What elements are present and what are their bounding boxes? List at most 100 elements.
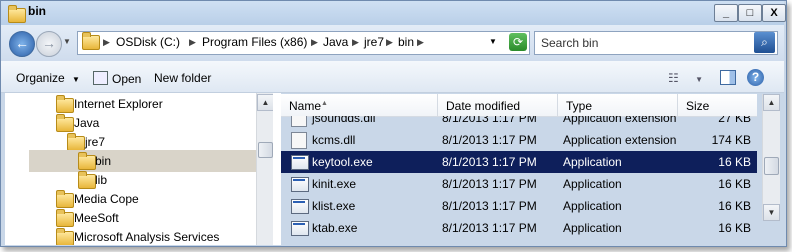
organize-label: Organize — [16, 71, 65, 85]
tree-item-label: lib — [95, 173, 108, 187]
title-bar[interactable] — [1, 1, 784, 25]
column-header-date-modified[interactable]: Date modified — [438, 94, 558, 116]
tree-item-microsoft-analysis-services[interactable]: Microsoft Analysis Services — [5, 226, 257, 245]
folder-icon — [56, 228, 74, 245]
file-date: 8/1/2013 1:17 PM — [442, 221, 537, 235]
minimize-button[interactable]: _ — [714, 4, 738, 22]
exe-icon — [291, 199, 309, 214]
open-label: Open — [112, 72, 142, 86]
exe-icon — [291, 177, 309, 192]
breadcrumb-program-files[interactable]: Program Files (x86) — [202, 35, 307, 49]
file-size: 16 KB — [718, 199, 751, 213]
folder-icon — [78, 171, 96, 189]
recent-pages-dropdown[interactable]: ▼ — [63, 37, 71, 46]
tree-item-label: Microsoft Analysis Services — [74, 230, 220, 244]
file-row[interactable]: kcms.dll 8/1/2013 1:17 PM Application ex… — [281, 129, 757, 151]
sort-ascending-icon: ▲ — [321, 100, 328, 107]
arrow-left-icon: ← — [15, 35, 29, 51]
file-size: 16 KB — [718, 177, 751, 191]
tree-item-label: Java — [74, 116, 100, 130]
scrollbar-thumb[interactable] — [764, 157, 779, 175]
breadcrumb-bin[interactable]: bin — [398, 35, 414, 49]
file-type: Application extension — [563, 133, 677, 147]
file-row[interactable]: klist.exe 8/1/2013 1:17 PM Application 1… — [281, 195, 757, 217]
back-button[interactable]: ← — [9, 31, 35, 57]
file-type: Application extension — [563, 116, 677, 125]
breadcrumb-separator[interactable]: ▶ — [189, 37, 196, 48]
file-date: 8/1/2013 1:17 PM — [442, 155, 537, 169]
tree-item-label: Media Cope — [74, 192, 139, 206]
breadcrumb-separator[interactable]: ▶ — [417, 37, 424, 48]
forward-button[interactable]: → — [36, 31, 62, 57]
file-name: kcms.dll — [312, 133, 356, 147]
breadcrumb-separator[interactable]: ▶ — [103, 37, 110, 48]
column-header-label: Size — [686, 99, 710, 113]
breadcrumb-jre7[interactable]: jre7 — [364, 35, 384, 49]
column-header-size[interactable]: Size — [678, 94, 756, 116]
refresh-button[interactable]: ⟳ — [509, 33, 527, 51]
close-button[interactable]: X — [762, 4, 786, 22]
scrollbar-thumb[interactable] — [258, 142, 273, 158]
address-bar[interactable]: ▶ OSDisk (C:) ▶ Program Files (x86) ▶ Ja… — [77, 31, 530, 55]
scroll-up-arrow[interactable]: ▲ — [763, 94, 780, 111]
column-header-name[interactable]: Name ▲ — [281, 94, 438, 116]
scroll-up-arrow[interactable]: ▲ — [257, 94, 274, 111]
tree-item-label: Internet Explorer — [74, 97, 163, 111]
refresh-icon: ⟳ — [512, 35, 524, 49]
search-input[interactable]: Search bin — [541, 36, 598, 50]
file-type: Application — [563, 177, 622, 191]
view-list-icon: ☷ — [668, 71, 679, 85]
address-history-dropdown[interactable]: ▼ — [489, 37, 497, 46]
organize-button[interactable]: Organize ▼ — [16, 71, 80, 85]
folder-icon — [78, 152, 96, 170]
tree-item-label: jre7 — [85, 135, 106, 149]
file-row[interactable]: jsoundds.dll 8/1/2013 1:17 PM Applicatio… — [281, 116, 757, 129]
file-size: 16 KB — [718, 155, 751, 169]
window-title: bin — [28, 4, 46, 18]
file-name: klist.exe — [312, 199, 356, 213]
file-row[interactable]: ktab.exe 8/1/2013 1:17 PM Application 16… — [281, 217, 757, 239]
new-folder-button[interactable]: New folder — [154, 71, 211, 85]
file-size: 16 KB — [718, 221, 751, 235]
maximize-button[interactable]: □ — [738, 4, 762, 22]
folder-icon — [8, 5, 26, 26]
exe-icon — [291, 155, 309, 170]
breadcrumb-separator[interactable]: ▶ — [352, 37, 359, 48]
open-button[interactable]: Open — [93, 71, 141, 86]
folder-icon — [56, 190, 74, 208]
breadcrumb-java[interactable]: Java — [323, 35, 348, 49]
preview-pane-button[interactable] — [720, 70, 736, 85]
file-list: jsoundds.dll 8/1/2013 1:17 PM Applicatio… — [281, 116, 757, 246]
file-name: ktab.exe — [312, 221, 358, 235]
file-date: 8/1/2013 1:17 PM — [442, 177, 537, 191]
arrow-right-icon: → — [42, 35, 56, 51]
file-name: keytool.exe — [312, 155, 373, 169]
help-button[interactable]: ? — [747, 69, 764, 86]
tree-item-label: bin — [95, 154, 112, 168]
view-options-button[interactable]: ☷ ▼ — [668, 71, 703, 85]
file-row-selected[interactable]: keytool.exe 8/1/2013 1:17 PM Application… — [281, 151, 757, 173]
pane-splitter[interactable] — [273, 93, 281, 245]
column-header-label: Type — [566, 99, 593, 113]
folder-icon — [56, 114, 74, 132]
exe-icon — [291, 221, 309, 236]
breadcrumb-separator[interactable]: ▶ — [311, 37, 318, 48]
file-row[interactable]: kinit.exe 8/1/2013 1:17 PM Application 1… — [281, 173, 757, 195]
chevron-down-icon: ▼ — [72, 75, 80, 84]
column-header-row: Name ▲ Date modified Type Size — [281, 94, 757, 117]
address-folder-icon — [82, 32, 100, 53]
file-size: 27 KB — [718, 116, 751, 125]
breadcrumb-separator[interactable]: ▶ — [386, 37, 393, 48]
application-icon — [93, 71, 108, 85]
folder-icon — [67, 133, 85, 151]
folder-icon — [56, 95, 74, 113]
file-type: Application — [563, 155, 622, 169]
navigation-scrollbar[interactable] — [256, 93, 274, 245]
chevron-down-icon: ▼ — [695, 75, 704, 84]
breadcrumb-osdisk[interactable]: OSDisk (C:) — [116, 35, 180, 49]
scroll-down-arrow[interactable]: ▼ — [763, 204, 780, 221]
search-button[interactable]: ⌕ — [754, 32, 775, 53]
search-box[interactable]: Search bin — [534, 31, 778, 55]
column-header-type[interactable]: Type — [558, 94, 678, 116]
search-icon: ⌕ — [761, 35, 768, 49]
